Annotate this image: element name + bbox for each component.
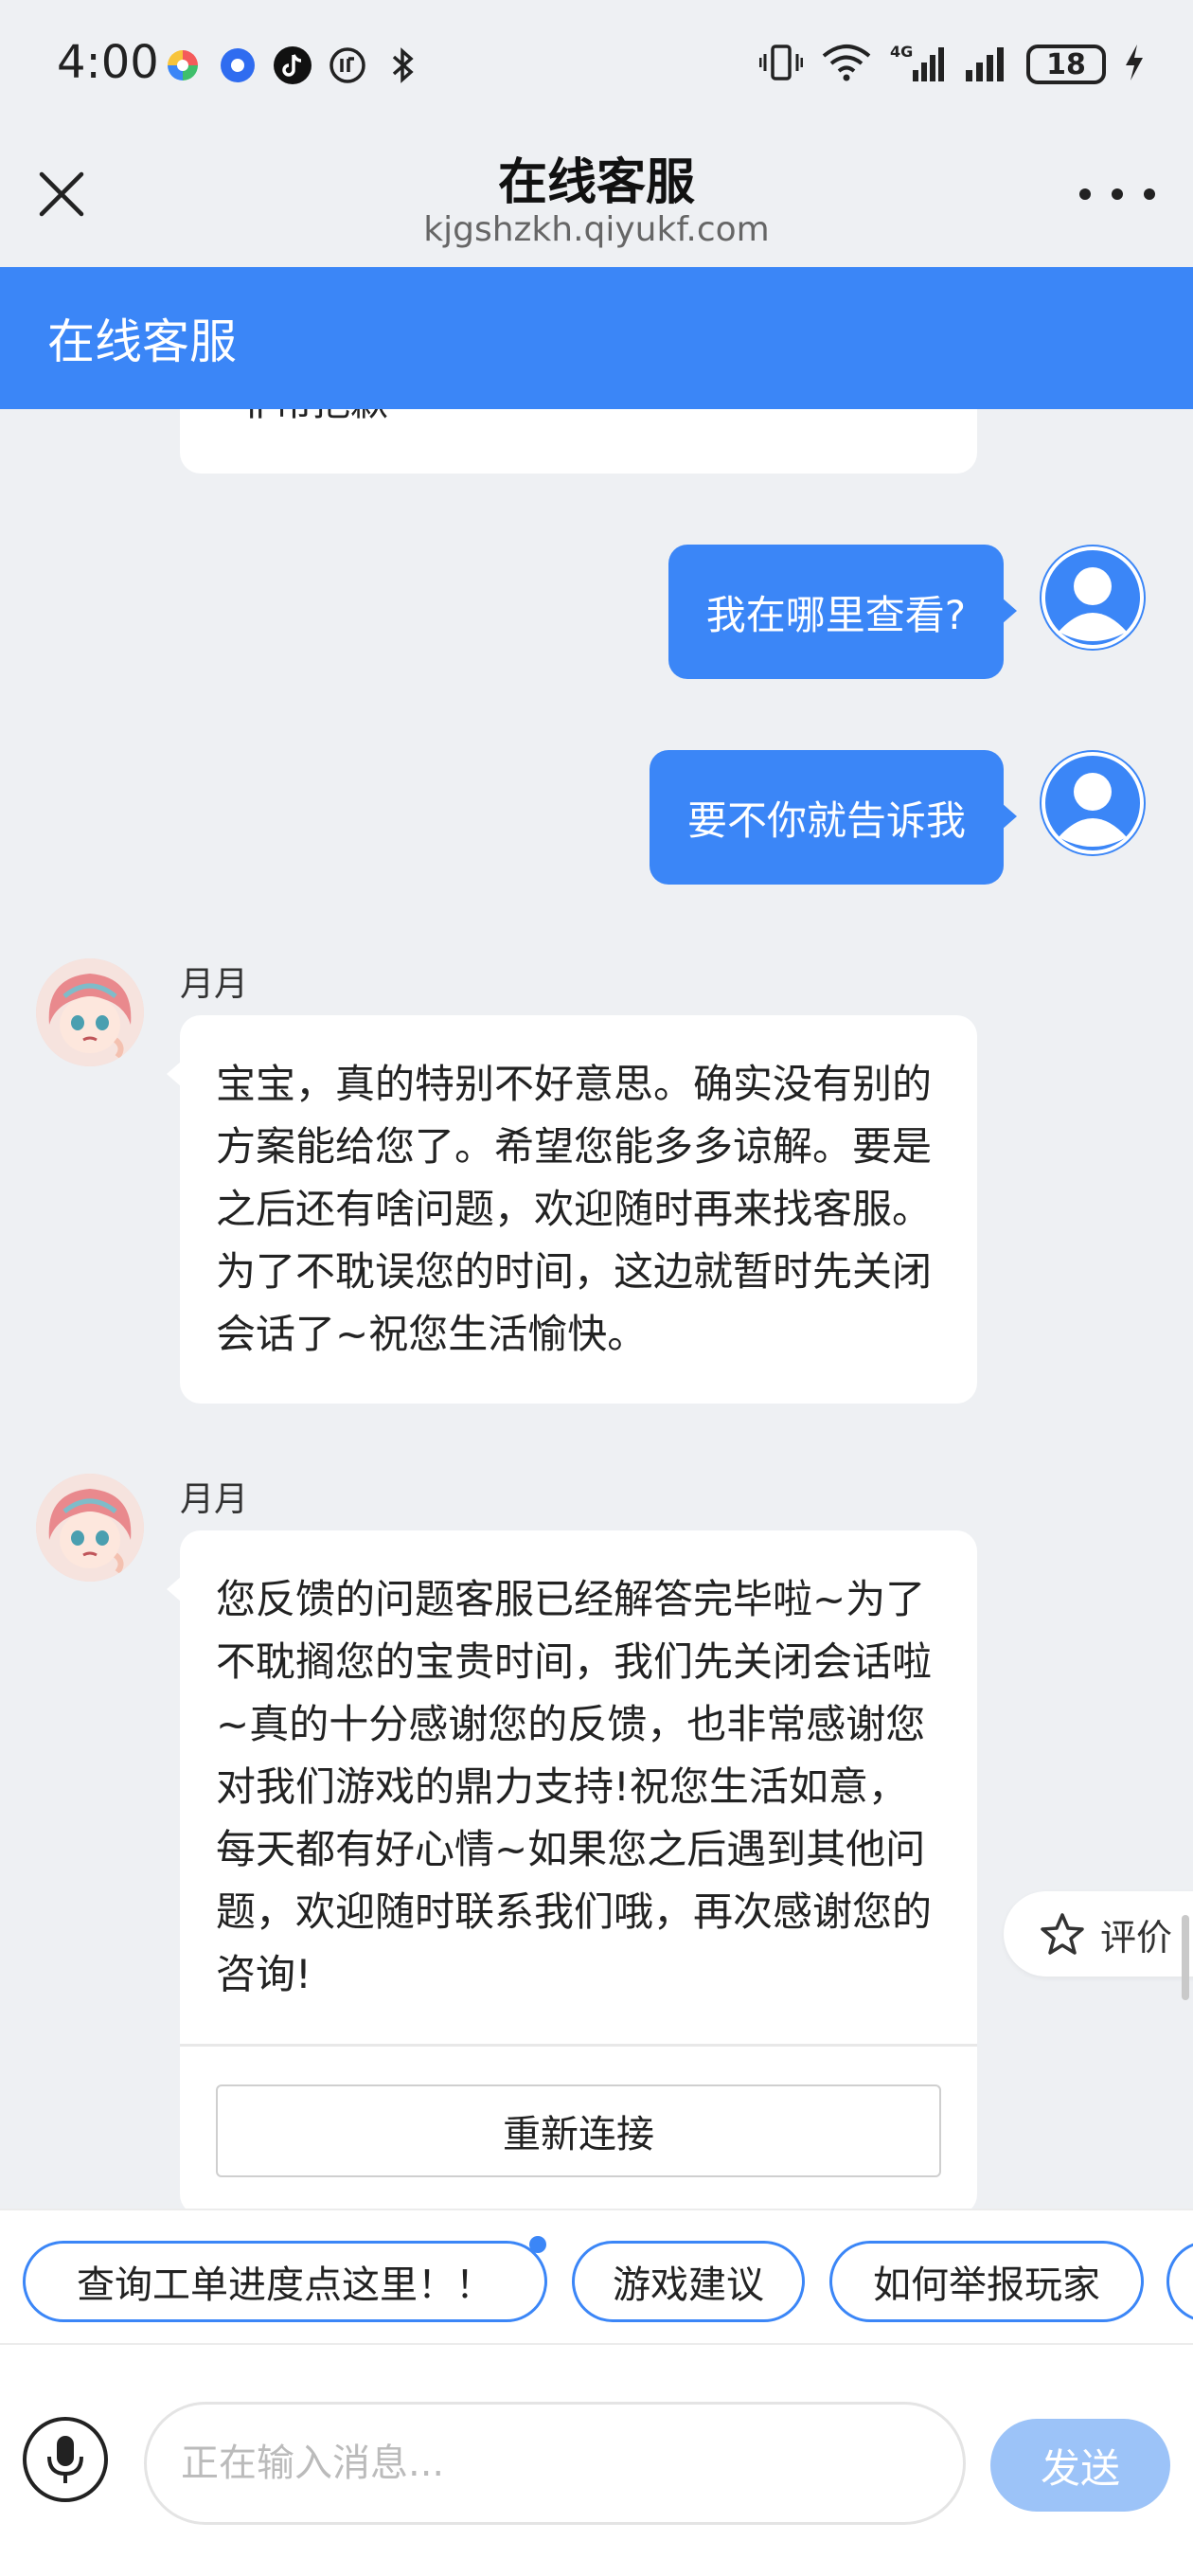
unread-dot <box>529 2236 546 2253</box>
banner-title: 在线客服 <box>47 314 237 369</box>
divider <box>180 2044 977 2047</box>
agent-avatar-icon <box>36 958 144 1066</box>
service-banner: 在线客服 <box>0 267 1193 409</box>
agent-message: 宝宝，真的特别不好意思。确实没有别的方案能给您了。希望您能多多谅解。要是之后还有… <box>167 1015 977 1404</box>
message-text: 非常抱歉 <box>237 409 388 426</box>
agent-avatar[interactable] <box>36 1474 144 1582</box>
chat-area[interactable]: 非常抱歉 我在哪里查看? 要不你就告诉我 月月 宝宝，真的特别不好意思。确实没有… <box>0 409 1193 2209</box>
bluetooth-icon <box>381 44 424 87</box>
quick-reply-chip-partial[interactable] <box>1166 2241 1193 2322</box>
quick-reply-chip[interactable]: 游戏建议 <box>572 2241 805 2322</box>
more-options-button[interactable] <box>1079 175 1155 213</box>
page-title: 在线客服 <box>497 154 695 211</box>
more-dot-icon <box>1112 188 1123 200</box>
user-avatar-icon <box>1042 752 1144 854</box>
message-text: 您反馈的问题客服已经解答完毕啦~为了不耽搁您的宝贵时间，我们先关闭会话啦~真的十… <box>216 1576 933 1997</box>
svg-text:4G: 4G <box>890 43 913 61</box>
agent-avatar[interactable] <box>36 958 144 1066</box>
more-dot-icon <box>1144 188 1155 200</box>
vibrate-icon <box>758 43 804 86</box>
rate-label: 评价 <box>1100 1916 1173 1959</box>
user-avatar[interactable] <box>1040 545 1146 651</box>
agent-name: 月月 <box>180 1480 249 1519</box>
agent-name: 月月 <box>180 965 249 1004</box>
message-text: 我在哪里查看? <box>705 591 966 638</box>
more-dot-icon <box>1079 188 1091 200</box>
quick-reply-chip[interactable]: 如何举报玩家 <box>829 2241 1144 2322</box>
wifi-icon <box>820 43 873 86</box>
user-message: 我在哪里查看? <box>668 545 1018 679</box>
agent-message: 您反馈的问题客服已经解答完毕啦~为了不耽搁您的宝贵时间，我们先关闭会话啦~真的十… <box>167 1530 977 2209</box>
send-button[interactable]: 发送 <box>990 2419 1170 2512</box>
agent-message-partial: 非常抱歉 <box>180 409 977 474</box>
rate-button[interactable]: 评价 <box>1004 1891 1193 1977</box>
message-input[interactable] <box>144 2402 966 2525</box>
message-text: 要不你就告诉我 <box>686 796 966 844</box>
message-text: 宝宝，真的特别不好意思。确实没有别的方案能给您了。希望您能多多谅解。要是之后还有… <box>216 1061 933 1357</box>
agent-avatar-icon <box>36 1474 144 1582</box>
voice-button[interactable] <box>23 2417 108 2502</box>
battery-indicator: 18 <box>1026 45 1106 84</box>
reconnect-button[interactable]: 重新连接 <box>216 2084 941 2177</box>
chip-label: 游戏建议 <box>613 2263 764 2307</box>
page-url: kjgshzkh.qiyukf.com <box>423 210 770 249</box>
app-blue-circle-icon <box>216 44 259 87</box>
chip-label: 如何举报玩家 <box>873 2263 1100 2307</box>
user-message: 要不你就告诉我 <box>649 750 1018 885</box>
status-indicators: 4G 18 <box>758 42 1146 87</box>
signal-4g-icon: 4G <box>890 42 947 87</box>
quick-reply-chip[interactable]: 查询工单进度点这里！！ <box>23 2236 547 2322</box>
charging-icon <box>1123 43 1146 86</box>
scrollbar[interactable] <box>1182 1915 1189 2000</box>
input-bar: 发送 <box>0 2345 1193 2576</box>
quick-reply-bar[interactable]: 查询工单进度点这里！！ 游戏建议 如何举报玩家 <box>0 2209 1193 2345</box>
star-icon <box>1041 1913 1084 1955</box>
app-color-wheel-icon <box>161 44 205 87</box>
status-bar: 4:00 4G 18 <box>0 0 1193 133</box>
user-avatar-icon <box>1042 546 1144 649</box>
status-time: 4:00 <box>57 36 159 89</box>
chip-label: 查询工单进度点这里！！ <box>77 2263 493 2307</box>
signal-icon <box>964 42 1009 87</box>
user-avatar[interactable] <box>1040 750 1146 856</box>
clock-badge-icon <box>326 44 369 87</box>
microphone-icon <box>47 2436 83 2483</box>
tiktok-icon <box>271 44 314 87</box>
notification-icons <box>161 44 424 87</box>
